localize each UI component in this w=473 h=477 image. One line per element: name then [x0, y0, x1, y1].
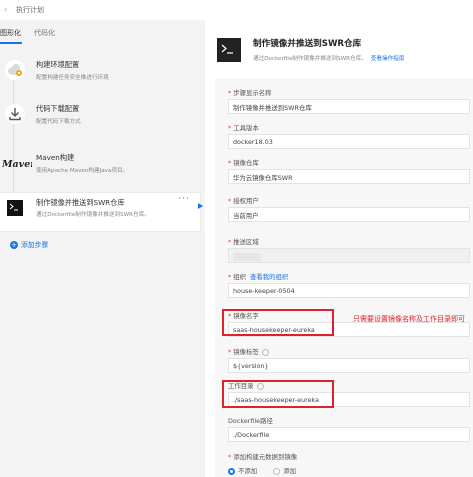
tab-code[interactable]: 代码化 — [34, 28, 55, 38]
active-step-pointer-icon — [198, 203, 203, 209]
add-step-button[interactable]: + 添加步骤 — [10, 239, 48, 249]
push-region-input — [228, 248, 470, 263]
radio-selected-icon — [228, 467, 235, 475]
cloud-settings-icon — [3, 58, 27, 82]
step-desc: 配置构建任务安全推进行环境 — [36, 75, 109, 81]
required-marker: * — [228, 159, 232, 167]
required-marker: * — [228, 89, 232, 97]
tab-graphical[interactable]: 图形化 — [0, 28, 21, 38]
step-build-env[interactable]: 构建环境配置 配置构建任务安全推进行环境 — [0, 58, 205, 94]
step-name-input[interactable]: 制作镜像并推送到SWR仓库 — [228, 99, 470, 114]
doc-guide-link[interactable]: 查看操作指南 — [371, 56, 405, 62]
step-desc: 通过Dockerfile制作镜像并推送到SWR仓库。 — [36, 212, 150, 218]
auth-user-label: * 授权用户 — [228, 197, 259, 205]
step-title: 代码下载配置 — [36, 104, 80, 113]
field-label: * 添加构建元数据到镜像 — [228, 453, 298, 461]
terminal-icon — [6, 199, 24, 217]
add-step-label: 添加步骤 — [21, 241, 49, 249]
required-marker: * — [228, 348, 232, 356]
step-maven-build[interactable]: Maven Maven构建 使用Apache Maven构建Java项目。 — [0, 151, 205, 187]
radio-option-add[interactable]: 添加 — [273, 467, 296, 475]
step-desc: 配置代码下载方式 — [36, 119, 81, 125]
more-options-icon[interactable]: ··· — [178, 194, 190, 204]
panel-desc: 通过Dockerfile制作镜像并推送到SWR仓库。 查看操作指南 — [253, 56, 405, 62]
region-placeholder-chip — [233, 253, 261, 261]
step-title: 构建环境配置 — [36, 60, 80, 69]
tool-version-label: * 工具版本 — [228, 124, 259, 132]
auth-user-input[interactable]: 当前用户 — [228, 207, 470, 222]
left-pane: 图形化 代码化 构建环境配置 配置构建任务安全推进行环境 代码下载配置 配置代码… — [0, 20, 205, 477]
svg-text:Maven: Maven — [2, 159, 32, 170]
organization-input[interactable]: house-keeper-0504 — [228, 283, 470, 298]
view-tabs: 图形化 代码化 — [0, 26, 205, 44]
image-repo-label: * 镜像仓库 — [228, 159, 259, 167]
organization-label: * 组织 查看我的组织 — [228, 273, 289, 281]
page-title: 执行计划 — [16, 6, 44, 14]
help-icon[interactable] — [261, 348, 269, 356]
annotation-note: 只需要设置镜像名称及工作目录即可 — [353, 315, 465, 323]
required-marker: * — [228, 124, 232, 132]
panel-title: 制作镜像并推送到SWR仓库 — [253, 39, 362, 49]
step-title: 制作镜像并推送到SWR仓库 — [36, 198, 125, 207]
required-marker: * — [228, 273, 232, 281]
plus-icon: + — [10, 241, 18, 249]
dockerfile-path-input[interactable]: ./Dockerfile — [228, 427, 470, 442]
back-arrow-icon[interactable]: ‹ — [4, 5, 7, 14]
active-tab-indicator — [0, 42, 22, 44]
radio-unselected-icon — [273, 467, 281, 475]
dockerfile-path-label: Dockerfile路径 — [228, 417, 273, 425]
image-tag-label: * 镜像标签 — [228, 347, 269, 356]
push-region-label: * 推送区域 — [228, 238, 259, 246]
image-tag-input[interactable]: ${version} — [228, 358, 470, 373]
top-bar: ‹ 执行计划 — [0, 0, 473, 20]
step-desc: 使用Apache Maven构建Java项目。 — [36, 168, 129, 174]
metadata-radio-group: 不添加 添加 — [228, 466, 296, 475]
annotation-box-image-name — [222, 309, 334, 336]
annotation-box-workdir — [222, 380, 334, 408]
download-icon — [3, 102, 27, 126]
step-docker-push[interactable]: 制作镜像并推送到SWR仓库 通过Dockerfile制作镜像并推送到SWR仓库。… — [0, 193, 200, 231]
required-marker: * — [228, 238, 232, 246]
maven-logo: Maven — [2, 151, 32, 175]
terminal-icon — [217, 38, 241, 62]
step-code-download[interactable]: 代码下载配置 配置代码下载方式 — [0, 102, 205, 138]
step-name-label: * 步骤显示名称 — [228, 89, 272, 97]
required-marker: * — [228, 197, 232, 205]
radio-option-no-add[interactable]: 不添加 — [228, 467, 257, 475]
view-orgs-link[interactable]: 查看我的组织 — [250, 273, 288, 281]
image-repo-input[interactable]: 华为云镜像仓库SWR — [228, 169, 470, 184]
step-title: Maven构建 — [36, 153, 75, 162]
tool-version-input[interactable]: docker18.03 — [228, 134, 470, 149]
